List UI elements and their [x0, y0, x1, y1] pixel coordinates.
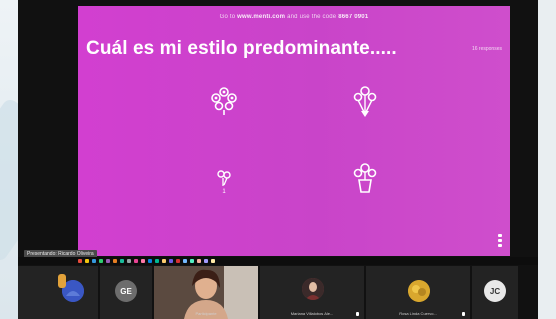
participant-avatar-5: [408, 280, 430, 302]
taskbar-app-icon[interactable]: [148, 259, 152, 263]
participant-tile-4[interactable]: Mariana Villalobos Ale...: [260, 266, 364, 319]
taskbar-app-icon[interactable]: [120, 259, 124, 263]
taskbar: [18, 257, 538, 265]
taskbar-app-icon[interactable]: [92, 259, 96, 263]
flower-vase-icon: [353, 163, 377, 193]
presentation-slide: Go to www.menti.com and use the code 866…: [78, 6, 510, 256]
slide-title: Cuál es mi estilo predominante.....: [86, 38, 397, 59]
small-flower-icon: [217, 170, 231, 186]
taskbar-app-icon[interactable]: [169, 259, 173, 263]
join-instruction: Go to www.menti.com and use the code 866…: [78, 14, 510, 20]
taskbar-app-icon[interactable]: [197, 259, 201, 263]
option-3-count: 1: [222, 189, 226, 195]
instruction-code: 8667 0901: [338, 14, 369, 20]
instruction-prefix: Go to: [219, 14, 236, 20]
profile-photo-icon: [408, 280, 430, 302]
mic-muted-icon: [356, 312, 359, 316]
flower-cluster-icon: [211, 87, 237, 115]
participant-initials-2: GE: [120, 286, 132, 296]
taskbar-app-icon[interactable]: [176, 259, 180, 263]
participant-avatar-6: JC: [484, 280, 506, 302]
taskbar-app-icon[interactable]: [155, 259, 159, 263]
participant-tile-3[interactable]: Participante: [154, 266, 258, 319]
participant-tile-5[interactable]: Rosa Linda Cuervo...: [366, 266, 470, 319]
taskbar-app-icon[interactable]: [113, 259, 117, 263]
taskbar-app-icon[interactable]: [204, 259, 208, 263]
participant-name-4: Mariana Villalobos Ale...: [290, 311, 334, 316]
taskbar-app-icon[interactable]: [127, 259, 131, 263]
raised-hand-icon: [58, 274, 66, 288]
slide-menu-icon[interactable]: [498, 234, 502, 248]
profile-photo-icon: [302, 278, 324, 300]
instruction-mid: and use the code: [287, 14, 337, 20]
bouquet-icon: [353, 86, 377, 117]
instruction-site: www.menti.com: [237, 14, 286, 20]
taskbar-app-icon[interactable]: [85, 259, 89, 263]
participant-tile-2[interactable]: GE: [100, 266, 152, 319]
option-4: [350, 162, 380, 197]
participant-avatar-2: GE: [115, 280, 137, 302]
taskbar-app-icon[interactable]: [106, 259, 110, 263]
participant-avatar-4: [302, 278, 324, 300]
participant-gallery: GE Participante Mariana Villalobos Ale..…: [18, 266, 538, 319]
participant-tile-6[interactable]: JC: [472, 266, 518, 319]
option-3: 1: [214, 168, 234, 195]
taskbar-app-icon[interactable]: [134, 259, 138, 263]
taskbar-app-icon[interactable]: [141, 259, 145, 263]
option-1: [206, 82, 242, 117]
mic-muted-icon: [462, 312, 465, 316]
taskbar-app-icon[interactable]: [99, 259, 103, 263]
participant-tile-1[interactable]: [18, 266, 98, 319]
taskbar-app-icon[interactable]: [78, 259, 82, 263]
taskbar-app-icon[interactable]: [190, 259, 194, 263]
participant-initials-6: JC: [489, 286, 501, 296]
response-count: 16 responses: [471, 46, 502, 52]
taskbar-app-icon[interactable]: [211, 259, 215, 263]
participant-name-5: Rosa Linda Cuervo...: [399, 311, 437, 316]
participant-name-3: Participante: [195, 311, 217, 316]
option-2: [350, 84, 380, 119]
taskbar-app-icon[interactable]: [183, 259, 187, 263]
meeting-window: Go to www.menti.com and use the code 866…: [18, 0, 538, 319]
taskbar-app-icon[interactable]: [162, 259, 166, 263]
